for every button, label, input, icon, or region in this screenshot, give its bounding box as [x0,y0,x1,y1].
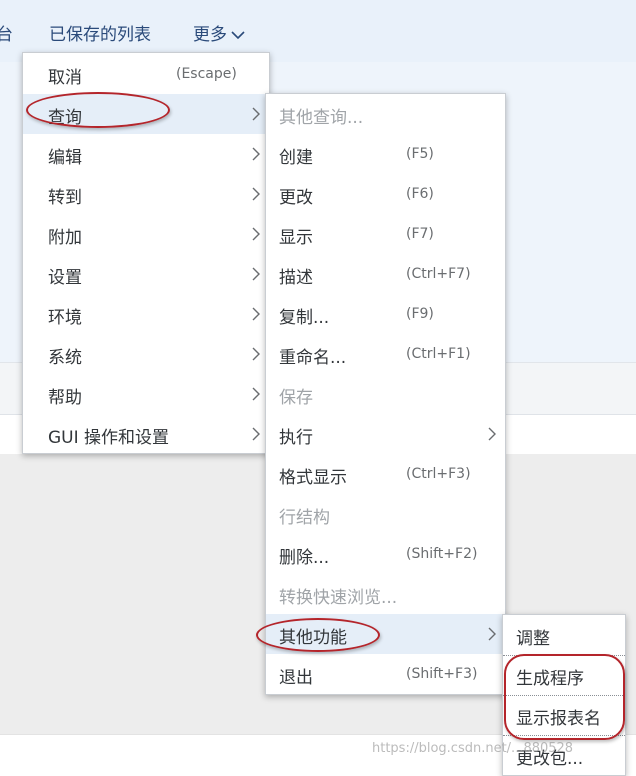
chevron-right-icon [488,427,496,441]
menu-item-cancel[interactable]: 取消 (Escape) [23,54,269,94]
menu-item-convert-quickview: 转换快速浏览... [266,574,505,614]
chevron-right-icon [488,627,496,641]
menu-item-label: 查询 [48,108,82,128]
menu-item-label: 转到 [48,188,82,208]
menu-item-label: 生成程序 [516,669,584,689]
menu-item-label: 行结构 [279,508,330,528]
menu-item-shortcut: (Shift+F2) [406,546,478,562]
chevron-right-icon [252,427,260,441]
menu-item-label: 复制... [279,308,330,328]
menu-item-show-report-name[interactable]: 显示报表名 [503,695,625,736]
menu-item-shortcut: (Ctrl+F1) [406,346,471,362]
menu-item-change[interactable]: 更改 (F6) [266,174,505,214]
menu-item-shortcut: (F5) [406,146,434,162]
menu-item-label: 显示 [279,228,313,248]
menu-item-label: 其他功能 [279,628,347,648]
menu-item-label: 转换快速浏览... [279,588,398,608]
menu-item-label: 重命名... [279,348,347,368]
chevron-right-icon [252,347,260,361]
menu-item-other-functions[interactable]: 其他功能 [266,614,505,654]
chevron-right-icon [252,147,260,161]
menu-item-adjust[interactable]: 调整 [503,615,625,656]
menu-item-label: 创建 [279,148,313,168]
saved-lists-button[interactable]: 已保存的列表 [49,20,151,45]
menu-item-shortcut: (Escape) [176,66,237,82]
menu-item-label: 更改 [279,188,313,208]
more-label: 更多 [193,25,227,45]
menu-item-extras[interactable]: 附加 [23,214,269,254]
menu-item-other-queries: 其他查询... [266,94,505,134]
menu-item-label: 其他查询... [279,108,364,128]
menu-item-format-display[interactable]: 格式显示 (Ctrl+F3) [266,454,505,494]
menu-item-edit[interactable]: 编辑 [23,134,269,174]
chevron-down-icon [231,31,245,40]
menu-item-shortcut: (F9) [406,306,434,322]
menu-item-copy[interactable]: 复制... (F9) [266,294,505,334]
main-menu: 取消 (Escape) 查询 编辑 转到 附加 设置 环境 系统 帮助 GUI … [22,52,270,454]
menu-item-label: 设置 [48,268,82,288]
menu-item-shortcut: (Shift+F3) [406,666,478,682]
menu-item-label: 退出 [279,668,313,688]
menu-item-describe[interactable]: 描述 (Ctrl+F7) [266,254,505,294]
menu-item-help[interactable]: 帮助 [23,374,269,414]
menu-item-label: 删除... [279,548,330,568]
query-submenu: 其他查询... 创建 (F5) 更改 (F6) 显示 (F7) 描述 (Ctrl… [265,93,506,695]
menu-item-system[interactable]: 系统 [23,334,269,374]
menu-item-label: 系统 [48,348,82,368]
watermark-text: https://blog.csdn.net/...880528 [372,741,574,756]
menu-item-create[interactable]: 创建 (F5) [266,134,505,174]
menu-item-label: 描述 [279,268,313,288]
menu-item-rename[interactable]: 重命名... (Ctrl+F1) [266,334,505,374]
menu-item-shortcut: (F7) [406,226,434,242]
menu-item-label: 执行 [279,428,313,448]
more-menu-button[interactable]: 更多 [193,20,245,45]
menu-item-label: 调整 [516,629,550,649]
chevron-right-icon [252,227,260,241]
chevron-right-icon [252,307,260,321]
menu-item-shortcut: (F6) [406,186,434,202]
menu-item-label: 附加 [48,228,82,248]
menu-item-query[interactable]: 查询 [23,94,269,134]
menu-item-label: GUI 操作和设置 [48,428,170,448]
menu-item-exit[interactable]: 退出 (Shift+F3) [266,654,505,694]
menu-item-shortcut: (Ctrl+F7) [406,266,471,282]
menu-item-label: 编辑 [48,148,82,168]
menu-item-delete[interactable]: 删除... (Shift+F2) [266,534,505,574]
menu-item-save: 保存 [266,374,505,414]
menu-item-label: 格式显示 [279,468,347,488]
menu-item-execute[interactable]: 执行 [266,414,505,454]
menu-item-shortcut: (Ctrl+F3) [406,466,471,482]
toolbar-item-partial[interactable]: 台 [0,20,13,45]
menu-item-generate-program[interactable]: 生成程序 [503,655,625,696]
menu-item-label: 取消 [48,68,82,88]
menu-item-label: 环境 [48,308,82,328]
menu-item-label: 帮助 [48,388,82,408]
menu-item-label: 保存 [279,388,313,408]
menu-item-environment[interactable]: 环境 [23,294,269,334]
chevron-right-icon [252,187,260,201]
menu-item-label: 显示报表名 [516,709,601,729]
chevron-right-icon [252,267,260,281]
chevron-right-icon [252,387,260,401]
menu-item-row-structure: 行结构 [266,494,505,534]
menu-item-goto[interactable]: 转到 [23,174,269,214]
chevron-right-icon [252,107,260,121]
menu-item-settings[interactable]: 设置 [23,254,269,294]
menu-item-display[interactable]: 显示 (F7) [266,214,505,254]
menu-item-gui-settings[interactable]: GUI 操作和设置 [23,414,269,454]
